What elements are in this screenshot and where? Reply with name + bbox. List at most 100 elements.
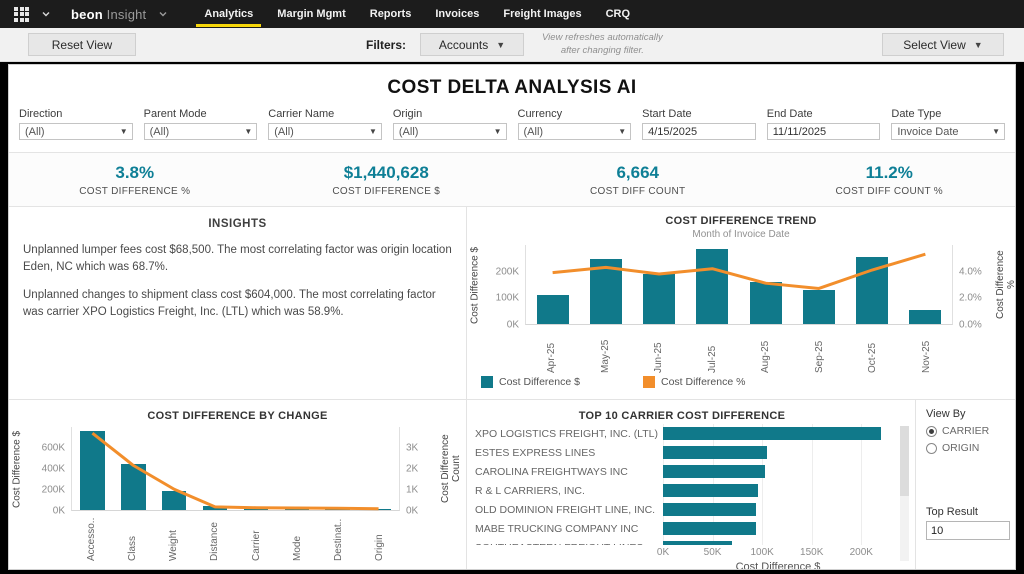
- x-label-slot: Oct-25: [846, 329, 900, 373]
- filter-field-currency: Currency (All) ▼: [517, 108, 632, 140]
- filter-label-date-type: Date Type: [891, 108, 942, 120]
- filter-value: (All): [274, 125, 294, 138]
- carrier-row-southeastern-freight-lines: SOUTHEASTERN FREIGHT LINES: [475, 538, 893, 545]
- nav-tab-margin-mgmt[interactable]: Margin Mgmt: [265, 0, 357, 28]
- x-tick-50K: 50K: [703, 547, 722, 558]
- legend-label: Cost Difference $: [499, 376, 580, 388]
- carrier-row-mabe-trucking-company-inc: MABE TRUCKING COMPANY INC: [475, 519, 893, 538]
- radio-label: ORIGIN: [942, 442, 980, 454]
- scrollbar-thumb[interactable]: [900, 426, 909, 497]
- trend-chart-title: COST DIFFERENCE TREND: [665, 215, 817, 227]
- line-series: [526, 245, 952, 324]
- kpi-label: COST DIFFERENCE %: [79, 185, 191, 197]
- carrier-bar-xpo-logistics-freight-inc-ltl[interactable]: [663, 427, 882, 440]
- view-by-panel: View By CARRIER ORIGIN Top Result: [915, 400, 1015, 569]
- view-by-radio-carrier[interactable]: CARRIER: [926, 425, 1015, 437]
- carrier-label: XPO LOGISTICS FREIGHT, INC. (LTL): [475, 427, 658, 440]
- chart-scrollbar[interactable]: [900, 426, 909, 561]
- x-label-origin: Origin: [373, 534, 385, 561]
- refresh-note: View refreshes automatically after changi…: [542, 32, 663, 56]
- x-axis-ticks: 0K 50K 100K 150K 200K: [657, 545, 893, 559]
- filter-field-direction: Direction (All) ▼: [19, 108, 133, 140]
- nav-tab-reports[interactable]: Reports: [358, 0, 424, 28]
- accounts-dropdown-button[interactable]: Accounts ▼: [420, 33, 525, 56]
- cost-difference-trend-chart: COST DIFFERENCE TREND Month of Invoice D…: [467, 207, 1015, 399]
- carrier-row-r-l-carriers-inc: R & L CARRIERS, INC.: [475, 481, 893, 500]
- carrier-bar-r-l-carriers-inc[interactable]: [663, 484, 759, 497]
- filter-input-end-date[interactable]: [766, 123, 881, 140]
- chevron-down-icon: ▼: [496, 39, 506, 50]
- x-tick-200K: 200K: [849, 547, 873, 558]
- by-change-chart-title: COST DIFFERENCE BY CHANGE: [147, 410, 328, 422]
- filter-date-input-start-date[interactable]: [643, 125, 755, 138]
- filter-select-currency[interactable]: (All) ▼: [517, 123, 632, 140]
- filter-field-carrier-name: Carrier Name (All) ▼: [268, 108, 382, 140]
- axis-tick: 2K: [406, 463, 419, 475]
- filter-select-date-type[interactable]: Invoice Date ▼: [891, 123, 1005, 140]
- filter-value: (All): [25, 125, 45, 138]
- bar-track: [663, 522, 893, 535]
- bar-track: [663, 503, 893, 516]
- app-grid-icon[interactable]: [14, 6, 29, 22]
- radio-icon: [926, 442, 937, 454]
- filter-select-origin[interactable]: (All) ▼: [392, 123, 507, 140]
- left-axis-ticks: 200K 100K 0K: [483, 245, 525, 330]
- filter-date-input-end-date[interactable]: [767, 125, 880, 138]
- carrier-rows: XPO LOGISTICS FREIGHT, INC. (LTL) ESTES E…: [475, 424, 893, 545]
- select-view-button[interactable]: Select View ▼: [882, 33, 1004, 56]
- carrier-row-xpo-logistics-freight-inc-ltl: XPO LOGISTICS FREIGHT, INC. (LTL): [475, 424, 893, 443]
- view-by-radio-origin[interactable]: ORIGIN: [926, 442, 1015, 454]
- filter-select-direction[interactable]: (All) ▼: [19, 123, 133, 140]
- nav-tab-invoices[interactable]: Invoices: [423, 0, 491, 28]
- bottom-row: COST DIFFERENCE BY CHANGE Cost Differenc…: [9, 400, 1015, 569]
- nav-tab-freight-images[interactable]: Freight Images: [491, 0, 593, 28]
- cost-difference-by-change-chart: COST DIFFERENCE BY CHANGE Cost Differenc…: [9, 400, 467, 569]
- line-series: [72, 427, 399, 510]
- nav-tab-analytics[interactable]: Analytics: [192, 0, 265, 28]
- brand-chevron-icon[interactable]: [158, 9, 168, 19]
- filter-input-start-date[interactable]: [642, 123, 756, 140]
- x-label-sep-25: Sep-25: [813, 340, 825, 373]
- brand-name: beon: [71, 6, 103, 22]
- brand-suffix: Insight: [106, 6, 147, 22]
- chevron-down-icon: ▼: [973, 39, 983, 50]
- carrier-bar-estes-express-lines[interactable]: [663, 446, 768, 459]
- toolbar: Reset View Filters: Accounts ▼ View refre…: [0, 28, 1024, 62]
- nav-tabs: Analytics Margin Mgmt Reports Invoices Freig…: [192, 0, 642, 28]
- x-axis-title: Cost Difference $: [735, 561, 821, 570]
- middle-row: INSIGHTS Unplanned lumper fees cost $68,…: [9, 207, 1015, 400]
- x-label-slot: Destinat..: [318, 515, 359, 567]
- top-result-input[interactable]: [926, 521, 1010, 540]
- radio-label: CARRIER: [942, 425, 990, 437]
- x-label-accesso: Accesso..: [86, 517, 98, 561]
- axis-tick: 400K: [41, 463, 65, 475]
- carrier-label: SOUTHEASTERN FREIGHT LINES: [475, 542, 663, 546]
- filter-label-end-date: End Date: [766, 108, 813, 120]
- carrier-label: ESTES EXPRESS LINES: [475, 446, 596, 459]
- axis-tick: 0.0%: [959, 319, 982, 331]
- filter-select-carrier-name[interactable]: (All) ▼: [268, 123, 382, 140]
- bar-track: [663, 427, 893, 440]
- kpi-value: 11.2%: [865, 162, 913, 182]
- axis-tick: 100K: [495, 292, 519, 304]
- x-label-mode: Mode: [291, 535, 303, 561]
- chart-grid: Cost Difference $ 200K 100K 0K 4.0% 2.0% 0.0% C…: [467, 245, 1015, 373]
- chevron-down-icon[interactable]: [41, 9, 51, 19]
- legend-swatch: [643, 376, 655, 388]
- axis-tick: 200K: [495, 266, 519, 278]
- nav-tab-crq[interactable]: CRQ: [594, 0, 642, 28]
- right-axis-title: Cost Difference Count: [440, 434, 462, 504]
- brand-logo[interactable]: beon Insight: [71, 7, 146, 22]
- filter-value: (All): [523, 125, 544, 138]
- axis-tick: 0K: [406, 505, 419, 517]
- kpi-strip: 3.8% COST DIFFERENCE % $1,440,628 COST DIFF…: [9, 152, 1015, 207]
- filter-select-parent-mode[interactable]: (All) ▼: [143, 123, 258, 140]
- carrier-bar-mabe-trucking-company-inc[interactable]: [663, 522, 757, 535]
- carrier-bar-carolina-freightways-inc[interactable]: [663, 465, 766, 478]
- reset-view-button[interactable]: Reset View: [28, 33, 136, 56]
- x-label-slot: Class: [112, 515, 153, 567]
- view-by-options: CARRIER ORIGIN: [926, 425, 1015, 454]
- carrier-bar-old-dominion-freight-line-inc[interactable]: [663, 503, 757, 516]
